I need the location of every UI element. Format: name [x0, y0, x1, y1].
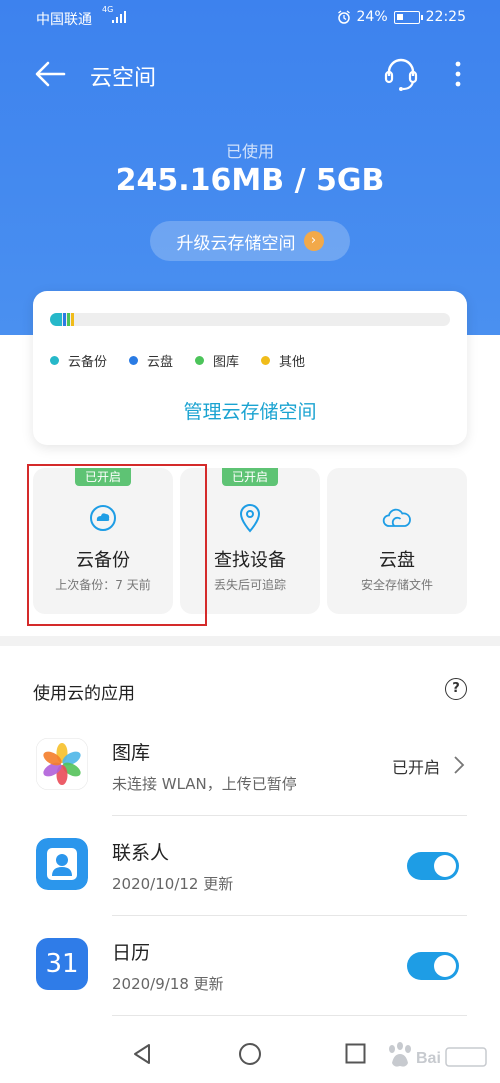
- storage-card: 云备份 云盘 图库 其他 管理云存储空间: [33, 291, 467, 445]
- nav-home-icon[interactable]: [238, 1042, 262, 1066]
- usage-segment-1: [63, 313, 66, 326]
- usage-segment-0: [50, 313, 62, 326]
- highlight-annotation: [27, 464, 207, 626]
- legend-label: 图库: [213, 355, 240, 370]
- used-value: 245.16MB / 5GB: [115, 163, 385, 198]
- legend-dot-icon: [50, 356, 59, 365]
- calendar-app-icon: 31: [36, 938, 88, 990]
- nav-back-icon[interactable]: [130, 1042, 154, 1066]
- app-subtitle: 未连接 WLAN，上传已暂停: [112, 775, 297, 793]
- feature-cloud-drive[interactable]: 云盘 安全存储文件: [327, 468, 467, 614]
- back-arrow-icon[interactable]: [30, 56, 70, 92]
- app-row-gallery[interactable]: 图库 未连接 WLAN，上传已暂停 已开启: [0, 716, 500, 816]
- alarm-icon: [337, 10, 350, 24]
- legend-item: 云备份: [50, 351, 107, 370]
- app-bar: 云空间: [0, 52, 500, 96]
- location-pin-icon: [239, 503, 261, 533]
- status-bar: 中国联通 4G 24% 22:25: [0, 0, 500, 36]
- legend-item: 图库: [195, 351, 239, 370]
- row-divider: [112, 1015, 467, 1016]
- gallery-app-icon: [36, 738, 88, 790]
- legend-dot-icon: [129, 356, 139, 365]
- signal-icon: [112, 11, 126, 23]
- battery-icon: [393, 10, 423, 24]
- customer-service-icon[interactable]: [381, 54, 421, 94]
- page-title: 云空间: [90, 66, 157, 91]
- legend-dot-icon: [195, 356, 205, 365]
- cloud-drive-icon: [382, 508, 411, 527]
- legend-dot-icon: [261, 356, 271, 365]
- carrier-name: 中国联通: [36, 12, 92, 28]
- apps-section-title: 使用云的应用: [33, 684, 135, 704]
- feature-title: 云盘: [379, 550, 415, 571]
- app-name: 日历: [112, 942, 151, 964]
- app-subtitle: 2020/10/12 更新: [112, 875, 234, 893]
- upgrade-label: 升级云存储空间: [176, 233, 296, 254]
- app-row-calendar: 31 日历 2020/9/18 更新: [0, 916, 500, 1016]
- app-status: 已开启: [391, 758, 440, 777]
- usage-legend: 云备份 云盘 图库 其他: [50, 351, 305, 370]
- app-subtitle: 2020/9/18 更新: [112, 975, 224, 993]
- usage-segment-3: [71, 313, 74, 326]
- used-label: 已使用: [225, 142, 274, 161]
- app-name: 联系人: [112, 842, 170, 864]
- system-navigation-bar: Bai: [0, 1025, 500, 1083]
- battery-percent: 24%: [356, 9, 388, 25]
- feature-subtitle: 安全存储文件: [360, 578, 433, 592]
- help-icon[interactable]: ?: [445, 678, 467, 700]
- status-right: 24% 22:25: [337, 9, 466, 25]
- clock-time: 22:25: [425, 9, 466, 25]
- app-name: 图库: [112, 742, 151, 764]
- more-options-icon[interactable]: [446, 56, 470, 92]
- legend-item: 其他: [261, 351, 305, 370]
- legend-label: 云备份: [68, 355, 108, 370]
- baidu-watermark-logo: Bai: [389, 1042, 487, 1067]
- enabled-badge: 已开启: [222, 468, 278, 486]
- contacts-app-icon: [36, 838, 88, 890]
- chevron-right-icon: [454, 756, 465, 774]
- contacts-sync-toggle[interactable]: [407, 852, 459, 880]
- manage-storage-link[interactable]: 管理云存储空间: [33, 397, 467, 424]
- svg-text:Bai: Bai: [416, 1050, 441, 1067]
- section-divider: [0, 636, 500, 646]
- legend-item: 云盘: [129, 351, 173, 370]
- chevron-right-icon: ›: [303, 231, 324, 251]
- upgrade-storage-button[interactable]: 升级云存储空间 ›: [150, 221, 350, 261]
- usage-bar: [50, 313, 450, 326]
- legend-label: 其他: [279, 355, 306, 370]
- usage-segment-2: [67, 313, 70, 326]
- nav-recent-apps-icon[interactable]: [345, 1043, 366, 1064]
- app-row-contacts: 联系人 2020/10/12 更新: [0, 816, 500, 916]
- legend-label: 云盘: [147, 355, 174, 370]
- calendar-sync-toggle[interactable]: [407, 952, 459, 980]
